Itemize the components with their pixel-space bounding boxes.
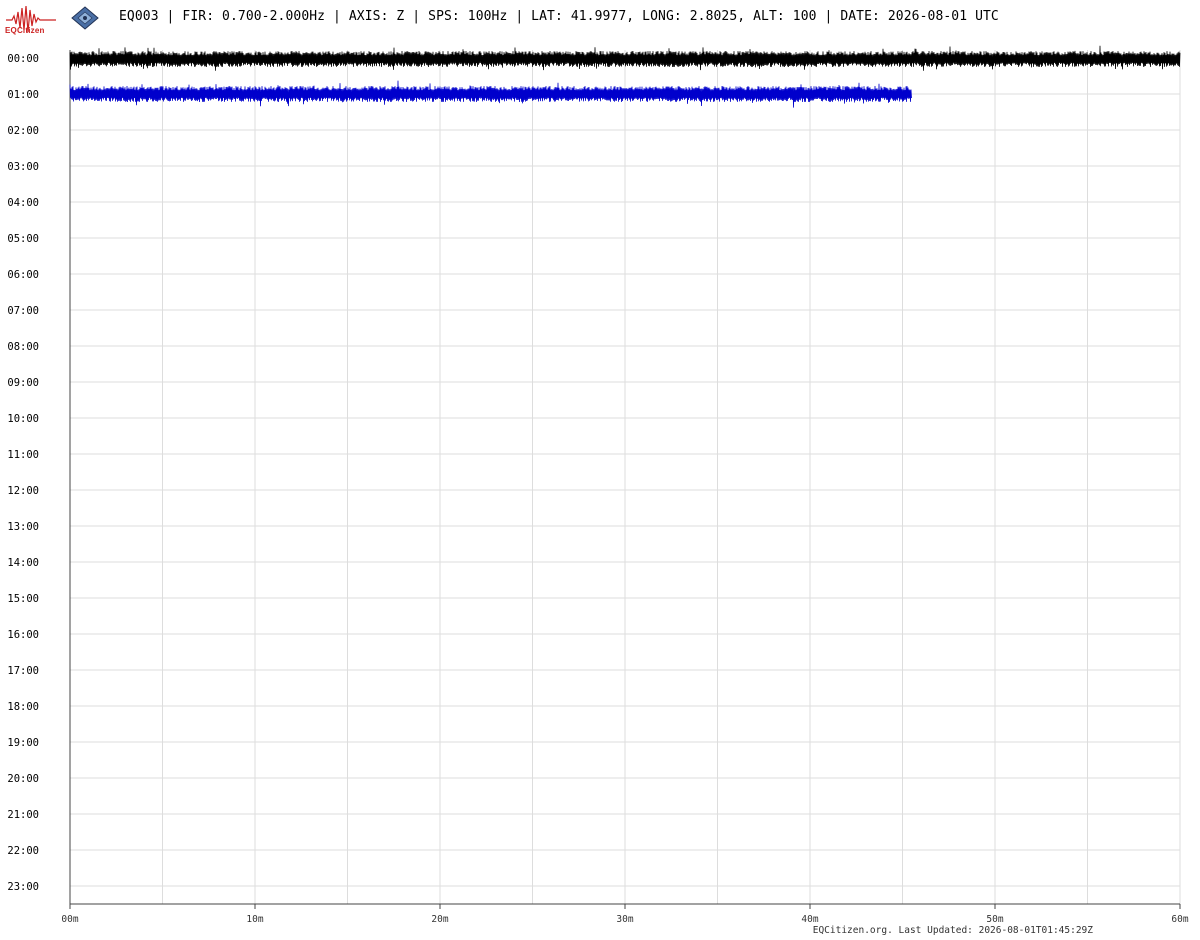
x-tick-label: 10m xyxy=(246,914,263,925)
helicorder-plot: 00:00 01:00 02:00 03:00 04:00 05:00 06:00 07:00… xyxy=(7,45,1189,925)
x-tick-label: 30m xyxy=(616,914,633,925)
seismic-trace-0100 xyxy=(69,80,912,108)
y-tick-label: 20:00 xyxy=(7,773,39,785)
y-tick-label: 13:00 xyxy=(7,521,39,533)
y-tick-label: 00:00 xyxy=(7,53,39,65)
y-tick-label: 05:00 xyxy=(7,233,39,245)
x-tick-label: 40m xyxy=(801,914,818,925)
y-tick-label: 09:00 xyxy=(7,377,39,389)
x-tick-label: 50m xyxy=(986,914,1003,925)
y-tick-label: 23:00 xyxy=(7,881,39,893)
y-tick-label: 14:00 xyxy=(7,557,39,569)
x-tick-label: 20m xyxy=(431,914,448,925)
y-tick-label: 21:00 xyxy=(7,809,39,821)
x-tick-label: 60m xyxy=(1171,914,1188,925)
y-tick-label: 12:00 xyxy=(7,485,39,497)
y-tick-label: 19:00 xyxy=(7,737,39,749)
last-updated-footer: EQCitizen.org. Last Updated: 2026-08-01T… xyxy=(812,925,1093,936)
y-tick-label: 11:00 xyxy=(7,449,39,461)
y-tick-label: 07:00 xyxy=(7,305,39,317)
y-tick-label: 15:00 xyxy=(7,593,39,605)
y-tick-label: 17:00 xyxy=(7,665,39,677)
y-tick-label: 04:00 xyxy=(7,197,39,209)
y-tick-label: 22:00 xyxy=(7,845,39,857)
y-tick-label: 01:00 xyxy=(7,89,39,101)
y-tick-label: 02:00 xyxy=(7,125,39,137)
y-tick-label: 10:00 xyxy=(7,413,39,425)
y-tick-label: 16:00 xyxy=(7,629,39,641)
x-tick-label: 00m xyxy=(61,914,78,925)
y-tick-label: 18:00 xyxy=(7,701,39,713)
y-tick-label: 06:00 xyxy=(7,269,39,281)
y-tick-label: 03:00 xyxy=(7,161,39,173)
y-tick-label: 08:00 xyxy=(7,341,39,353)
